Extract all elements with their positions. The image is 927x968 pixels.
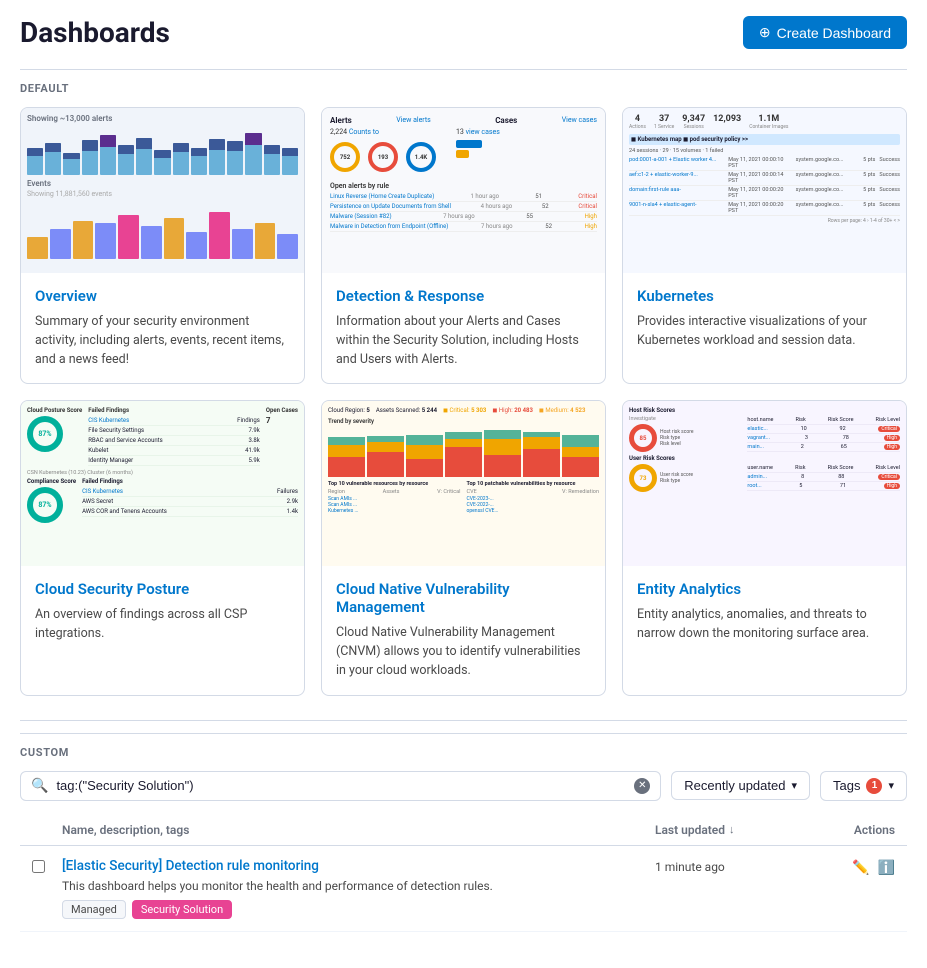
custom-section: CUSTOM 🔍 ✕ Recently updated ▾ Tags 1 ▾ N… (20, 720, 907, 933)
search-row: 🔍 ✕ Recently updated ▾ Tags 1 ▾ (20, 771, 907, 801)
tag-security-solution: Security Solution (132, 900, 232, 919)
dashboard-card-detection[interactable]: Alerts View alerts Cases View cases 2,22… (321, 107, 606, 384)
card-title-cnvm: Cloud Native Vulnerability Management (336, 580, 591, 616)
card-title-csp: Cloud Security Posture (35, 580, 290, 598)
overview-bar-chart (27, 125, 298, 175)
chevron-down-icon: ▾ (791, 779, 797, 792)
card-desc-entity: Entity analytics, anomalies, and threats… (637, 606, 892, 644)
card-title-kubernetes: Kubernetes (637, 287, 892, 305)
sort-arrow-icon: ↓ (729, 823, 735, 836)
header: Dashboards ⊕ Create Dashboard (20, 16, 907, 49)
default-dashboard-grid: Showing ~13,000 alerts (20, 107, 907, 696)
search-input[interactable] (56, 778, 626, 793)
edit-icon[interactable]: ✏️ (852, 860, 869, 876)
dashboard-link[interactable]: [Elastic Security] Detection rule monito… (62, 858, 655, 874)
tags-row: Managed Security Solution (62, 900, 655, 919)
search-icon: 🔍 (31, 778, 48, 794)
custom-section-label: CUSTOM (20, 733, 907, 759)
card-content-kubernetes: Kubernetes Provides interactive visualiz… (623, 273, 906, 365)
dashboard-card-csp[interactable]: Cloud Posture Score 87% Failed Findings … (20, 400, 305, 695)
card-title-detection: Detection & Response (336, 287, 591, 305)
card-content-entity: Entity Analytics Entity analytics, anoma… (623, 566, 906, 658)
card-preview-kubernetes: 4Actions 371 Service 9,347Sessions 12,09… (623, 108, 906, 273)
search-box[interactable]: 🔍 ✕ (20, 771, 661, 801)
card-desc-overview: Summary of your security environment act… (35, 313, 290, 369)
info-icon[interactable]: ℹ️ (878, 860, 895, 876)
page-container: Dashboards ⊕ Create Dashboard DEFAULT Sh… (0, 0, 927, 948)
chevron-down-icon-tags: ▾ (888, 779, 894, 792)
row-checkbox[interactable] (32, 860, 45, 873)
dashboard-description: This dashboard helps you monitor the hea… (62, 878, 655, 895)
card-preview-cnvm: Cloud Region: 5 Assets Scanned: 5 244 ◼ … (322, 401, 605, 566)
tags-count-badge: 1 (866, 778, 882, 794)
card-preview-csp: Cloud Posture Score 87% Failed Findings … (21, 401, 304, 566)
plus-icon: ⊕ (759, 24, 771, 41)
create-dashboard-button[interactable]: ⊕ Create Dashboard (743, 16, 907, 49)
card-title-overview: Overview (35, 287, 290, 305)
card-preview-detection: Alerts View alerts Cases View cases 2,22… (322, 108, 605, 273)
table-row: [Elastic Security] Detection rule monito… (20, 846, 907, 933)
last-updated-value: 1 minute ago (655, 858, 815, 874)
card-title-entity: Entity Analytics (637, 580, 892, 598)
dashboard-card-entity[interactable]: Host Risk Scores Investigate 85 Host ris… (622, 400, 907, 695)
card-preview-overview: Showing ~13,000 alerts (21, 108, 304, 273)
table-header: Name, description, tags Last updated ↓ A… (20, 815, 907, 846)
page-title: Dashboards (20, 16, 170, 49)
card-content-overview: Overview Summary of your security enviro… (21, 273, 304, 383)
card-desc-cnvm: Cloud Native Vulnerability Management (C… (336, 624, 591, 680)
sort-button[interactable]: Recently updated ▾ (671, 771, 810, 800)
card-desc-csp: An overview of findings across all CSP i… (35, 606, 290, 644)
tags-filter-button[interactable]: Tags 1 ▾ (820, 771, 907, 801)
card-preview-entity: Host Risk Scores Investigate 85 Host ris… (623, 401, 906, 566)
card-desc-detection: Information about your Alerts and Cases … (336, 313, 591, 369)
card-content-detection: Detection & Response Information about y… (322, 273, 605, 383)
tag-managed: Managed (62, 900, 126, 919)
card-content-csp: Cloud Security Posture An overview of fi… (21, 566, 304, 658)
row-actions: ✏️ ℹ️ (815, 858, 895, 876)
card-desc-kubernetes: Provides interactive visualizations of y… (637, 313, 892, 351)
default-section-label: DEFAULT (20, 69, 907, 95)
clear-search-button[interactable]: ✕ (634, 778, 650, 794)
dashboard-card-cnvm[interactable]: Cloud Region: 5 Assets Scanned: 5 244 ◼ … (321, 400, 606, 695)
cnvm-stacked-chart (328, 427, 599, 477)
dashboard-card-kubernetes[interactable]: 4Actions 371 Service 9,347Sessions 12,09… (622, 107, 907, 384)
events-bar-chart (27, 204, 298, 259)
dashboard-card-overview[interactable]: Showing ~13,000 alerts (20, 107, 305, 384)
card-content-cnvm: Cloud Native Vulnerability Management Cl… (322, 566, 605, 694)
